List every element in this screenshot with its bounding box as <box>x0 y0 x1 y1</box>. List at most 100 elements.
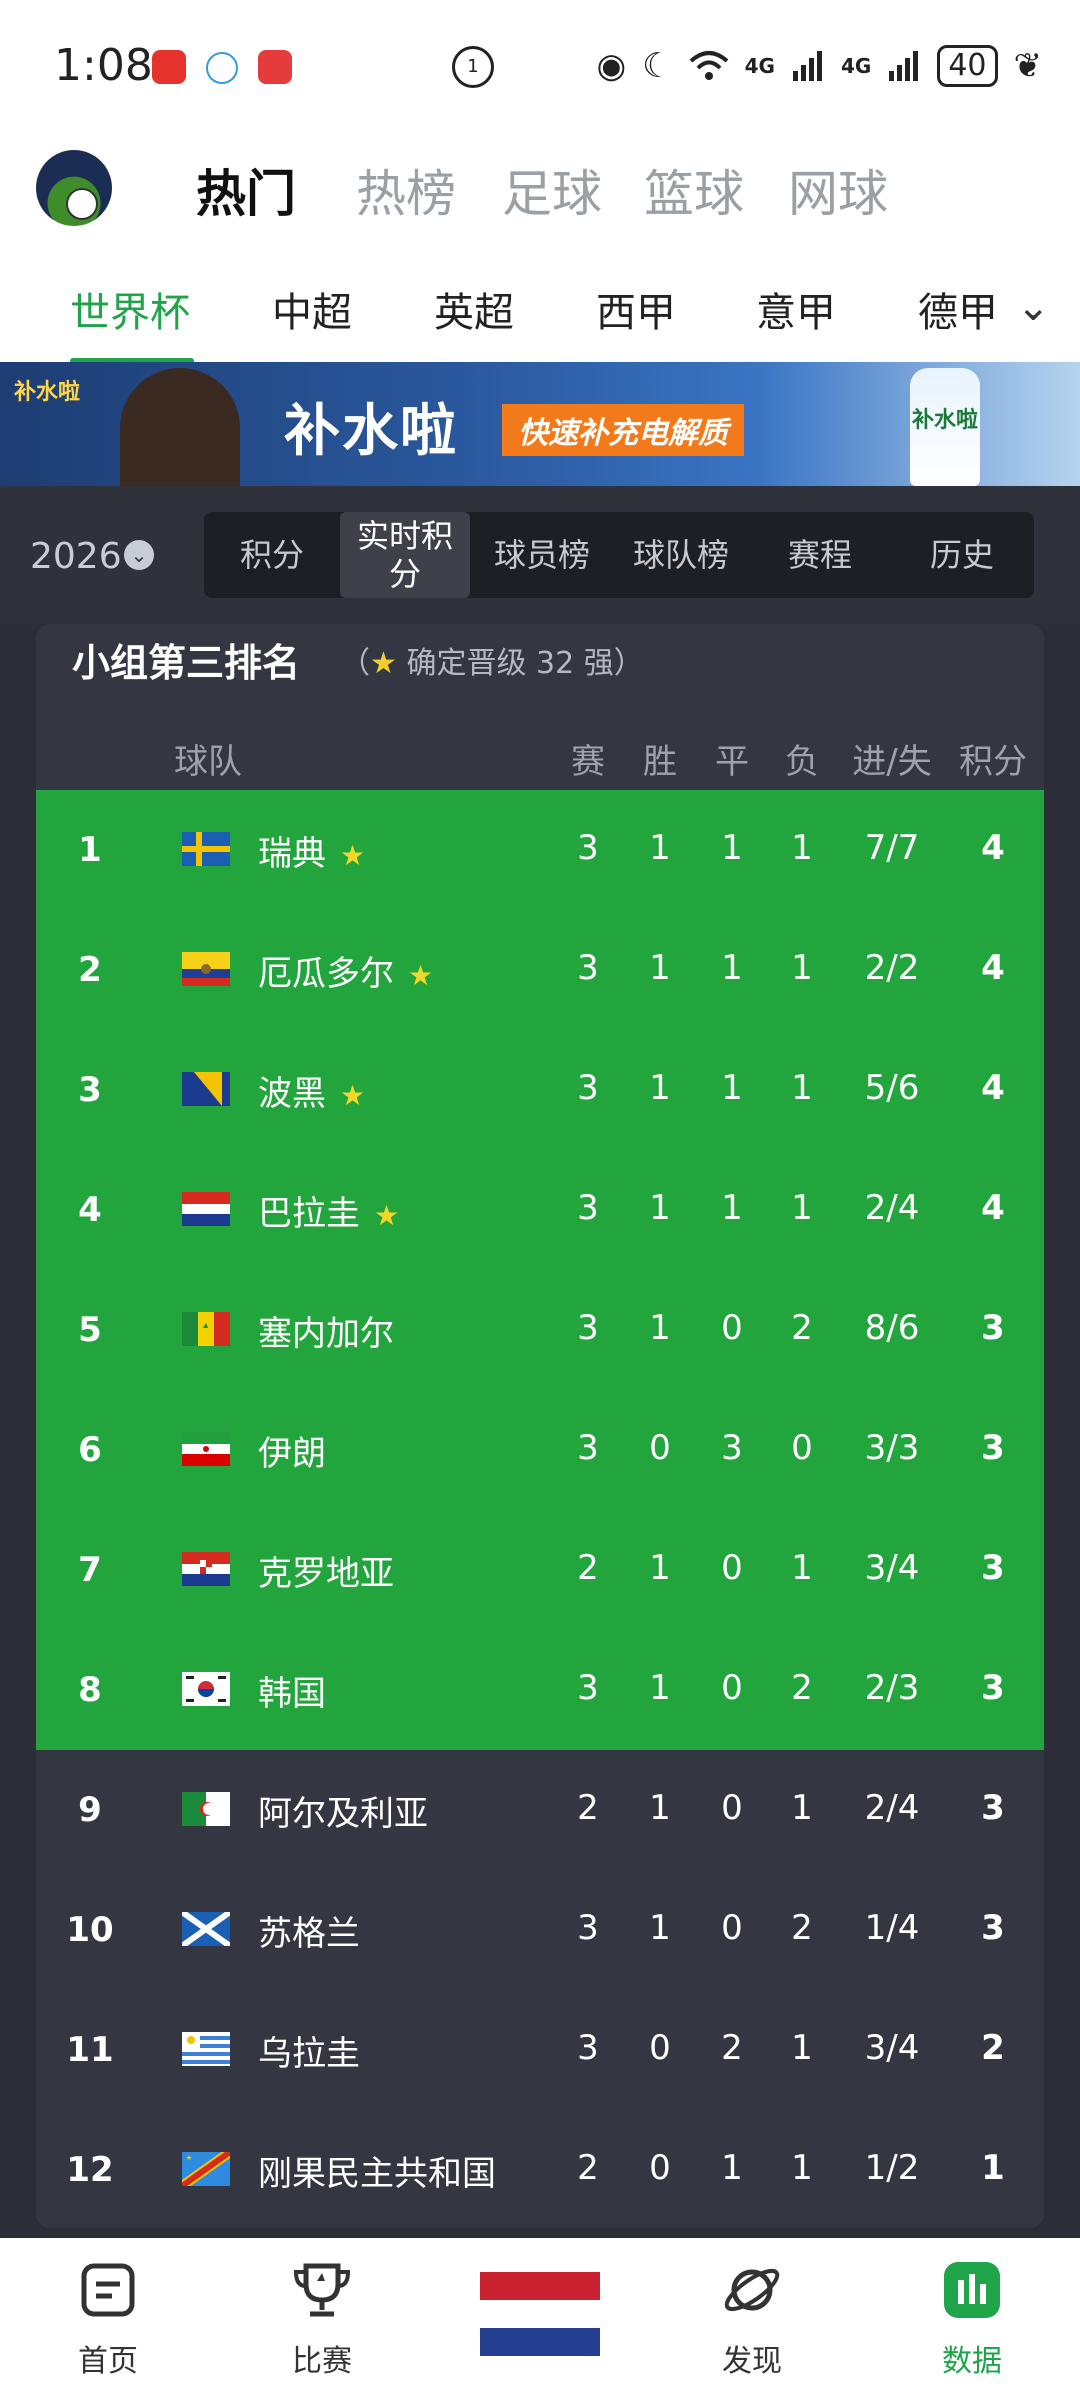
chevron-down-icon[interactable]: ⌄ <box>124 540 154 570</box>
cell-draw: 1 <box>721 1188 743 1228</box>
table-row[interactable]: 1 瑞典 ★ 3 1 1 1 7/7 4 <box>36 790 1044 910</box>
cell-rank: 9 <box>78 1790 102 1830</box>
team-name: 克罗地亚 <box>258 1554 394 1594</box>
nav-discover[interactable]: 发现 <box>692 2238 812 2388</box>
team-flag-icon <box>182 1792 230 1826</box>
table-row[interactable]: 6 伊朗 3 0 3 0 3/3 3 <box>36 1390 1044 1510</box>
cell-loss: 1 <box>791 1068 813 1108</box>
segment-control: 积分 实时积分 球员榜 球队榜 赛程 历史 <box>204 512 1034 598</box>
league-tab-bar: 世界杯 中超 英超 西甲 意甲 德甲 ⌄ <box>0 270 1080 364</box>
cell-played: 3 <box>577 1308 599 1348</box>
nav-home[interactable]: 首页 <box>48 2238 168 2388</box>
chevron-down-icon[interactable]: ⌄ <box>1016 284 1050 330</box>
cell-win: 1 <box>649 828 671 868</box>
table-row[interactable]: 10 苏格兰 3 1 0 2 1/4 3 <box>36 1870 1044 1990</box>
cell-goals: 2/3 <box>864 1668 920 1708</box>
cell-team: 乌拉圭 <box>258 2026 360 2075</box>
banner-title: 补水啦 <box>284 399 458 464</box>
season-selector[interactable]: 2026 <box>30 536 122 577</box>
signal-icon <box>792 51 822 81</box>
tab-premier-league[interactable]: 英超 <box>434 280 514 338</box>
tab-la-liga[interactable]: 西甲 <box>596 280 676 338</box>
cell-points: 3 <box>981 1668 1005 1708</box>
segment-history[interactable]: 历史 <box>890 512 1034 598</box>
cell-team: 波黑 ★ <box>258 1066 365 1115</box>
table-row[interactable]: 4 巴拉圭 ★ 3 1 1 1 2/4 4 <box>36 1150 1044 1270</box>
cell-rank: 5 <box>78 1310 102 1350</box>
team-flag-icon <box>182 1072 230 1106</box>
cell-team: 阿尔及利亚 <box>258 1786 428 1835</box>
nav-matches[interactable]: 比赛 <box>262 2238 382 2388</box>
cell-loss: 1 <box>791 828 813 868</box>
cell-points: 4 <box>981 1068 1005 1108</box>
cell-goals: 2/4 <box>864 1188 920 1228</box>
cell-points: 3 <box>981 1908 1005 1948</box>
cell-goals: 3/4 <box>864 1548 920 1588</box>
avatar[interactable] <box>36 150 112 226</box>
cell-rank: 8 <box>78 1670 102 1710</box>
cell-points: 3 <box>981 1428 1005 1468</box>
table-row[interactable]: 8 韩国 3 1 0 2 2/3 3 <box>36 1630 1044 1750</box>
charging-leaf-icon: ❦ <box>1013 46 1043 86</box>
network-type-2: 4G <box>840 54 872 78</box>
table-row[interactable]: 3 波黑 ★ 3 1 1 1 5/6 4 <box>36 1030 1044 1150</box>
table-row[interactable]: 5 塞内加尔 3 1 0 2 8/6 3 <box>36 1270 1044 1390</box>
cell-played: 3 <box>577 1668 599 1708</box>
table-row[interactable]: 12 刚果民主共和国 2 0 1 1 1/2 1 <box>36 2110 1044 2228</box>
cell-team: 厄瓜多尔 ★ <box>258 946 433 995</box>
cell-played: 2 <box>577 1548 599 1588</box>
cell-goals: 1/2 <box>864 2148 920 2188</box>
segment-player-rank[interactable]: 球员榜 <box>472 512 612 598</box>
table-row[interactable]: 7 克罗地亚 2 1 0 1 3/4 3 <box>36 1510 1044 1630</box>
tab-csl[interactable]: 中超 <box>272 280 352 338</box>
nav-data[interactable]: 数据 <box>912 2238 1032 2388</box>
table-row[interactable]: 11 乌拉圭 3 0 2 1 3/4 2 <box>36 1990 1044 2110</box>
team-name: 塞内加尔 <box>258 1314 394 1354</box>
cell-goals: 2/2 <box>864 948 920 988</box>
tab-football[interactable]: 足球 <box>502 154 602 226</box>
planet-icon <box>724 2268 780 2312</box>
cell-draw: 1 <box>721 828 743 868</box>
table-row[interactable]: 2 厄瓜多尔 ★ 3 1 1 1 2/2 4 <box>36 910 1044 1030</box>
banner-bottle-label: 补水啦 <box>912 408 979 433</box>
network-type-1: 4G <box>744 54 775 78</box>
segment-points[interactable]: 积分 <box>204 512 340 598</box>
team-flag-icon <box>182 1192 230 1226</box>
tab-bundesliga[interactable]: 德甲 <box>918 280 996 338</box>
tab-serie-a[interactable]: 意甲 <box>756 280 836 338</box>
team-name: 刚果民主共和国 <box>258 2154 496 2194</box>
team-flag-icon <box>182 1432 230 1466</box>
tab-trending[interactable]: 热榜 <box>356 154 456 226</box>
tab-basketball[interactable]: 篮球 <box>644 154 744 226</box>
trophy-icon <box>293 2263 351 2317</box>
cell-played: 3 <box>577 828 599 868</box>
table-note-text: 确定晋级 32 强） <box>396 646 644 681</box>
segment-live-points[interactable]: 实时积分 <box>340 512 470 598</box>
cell-team: 韩国 <box>258 1666 326 1715</box>
tab-tennis[interactable]: 网球 <box>788 154 888 226</box>
segment-schedule[interactable]: 赛程 <box>750 512 890 598</box>
team-flag-icon <box>182 952 230 986</box>
cell-goals: 5/6 <box>864 1068 920 1108</box>
tab-world-cup[interactable]: 世界杯 <box>70 280 190 338</box>
cell-rank: 2 <box>78 950 102 990</box>
cell-draw: 0 <box>721 1668 743 1708</box>
cell-win: 1 <box>649 1668 671 1708</box>
ad-banner[interactable]: 补水啦 补水啦 快速补充电解质 补水啦 <box>0 362 1080 486</box>
team-flag-icon <box>182 832 230 866</box>
table-header: 球队 赛 胜 平 负 进/失 积分 <box>36 718 1044 788</box>
tab-hot[interactable]: 热门 <box>196 154 296 226</box>
cell-goals: 7/7 <box>864 828 920 868</box>
cell-win: 1 <box>649 948 671 988</box>
cell-team: 瑞典 ★ <box>258 826 365 875</box>
segment-team-rank[interactable]: 球队榜 <box>612 512 750 598</box>
cell-played: 3 <box>577 1188 599 1228</box>
cell-draw: 3 <box>721 1428 743 1468</box>
nav-data-label: 数据 <box>942 2344 1002 2379</box>
cell-loss: 2 <box>791 1908 813 1948</box>
table-row[interactable]: 9 阿尔及利亚 2 1 0 1 2/4 3 <box>36 1750 1044 1870</box>
netherlands-flag-icon[interactable] <box>480 2272 600 2356</box>
cell-loss: 1 <box>791 1188 813 1228</box>
header-team: 球队 <box>174 742 242 782</box>
cell-points: 4 <box>981 828 1005 868</box>
